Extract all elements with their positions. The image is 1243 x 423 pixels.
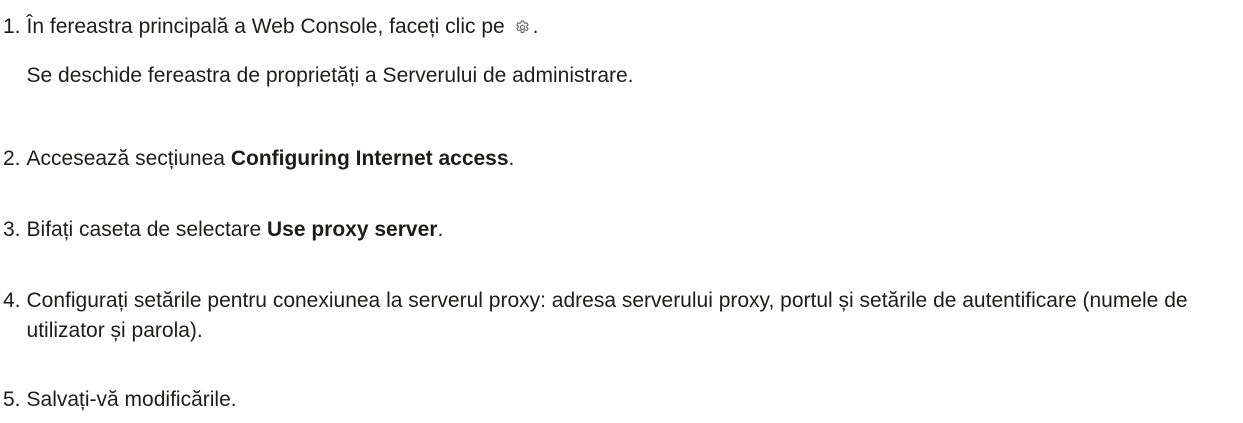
step-text: Salvați-vă modificările. (26, 388, 237, 411)
step-number: 3. (3, 218, 21, 241)
step-content: Bifați caseta de selectare Use proxy ser… (21, 215, 1235, 245)
gear-icon (515, 20, 529, 33)
step-2: 2. Accesează secțiunea Configuring Inter… (3, 144, 1235, 174)
procedure-steps: 1. În fereastra principală a Web Console… (0, 0, 1243, 423)
step-number: 2. (3, 147, 21, 170)
step-5: 5. Salvați-vă modificările. (3, 385, 1235, 415)
step-text: Accesează secțiunea (26, 147, 225, 170)
step-content: În fereastra principală a Web Console, f… (21, 12, 1235, 91)
checkbox-name: Use proxy server (267, 218, 438, 241)
step-content: Accesează secțiunea Configuring Internet… (21, 144, 1235, 174)
step-number: 5. (3, 388, 21, 411)
step-text: Bifați caseta de selectare (26, 218, 262, 241)
step-number: 4. (3, 289, 21, 312)
step-4: 4. Configurați setările pentru conexiune… (3, 286, 1235, 346)
step-text-end: . (508, 147, 515, 170)
step-3: 3. Bifați caseta de selectare Use proxy … (3, 215, 1235, 245)
step-1: 1. În fereastra principală a Web Console… (3, 12, 1235, 91)
step-text: În fereastra principală a Web Console, f… (26, 15, 505, 38)
step-text-end: . (437, 218, 444, 241)
step-number: 1. (3, 15, 21, 38)
step-text-end: . (532, 15, 539, 38)
step-result: Se deschide fereastra de proprietăți a S… (26, 64, 634, 87)
step-instruction: În fereastra principală a Web Console, f… (27, 12, 1235, 42)
step-text: Configurați setările pentru conexiunea l… (26, 289, 1188, 342)
section-name: Configuring Internet access (230, 147, 509, 170)
